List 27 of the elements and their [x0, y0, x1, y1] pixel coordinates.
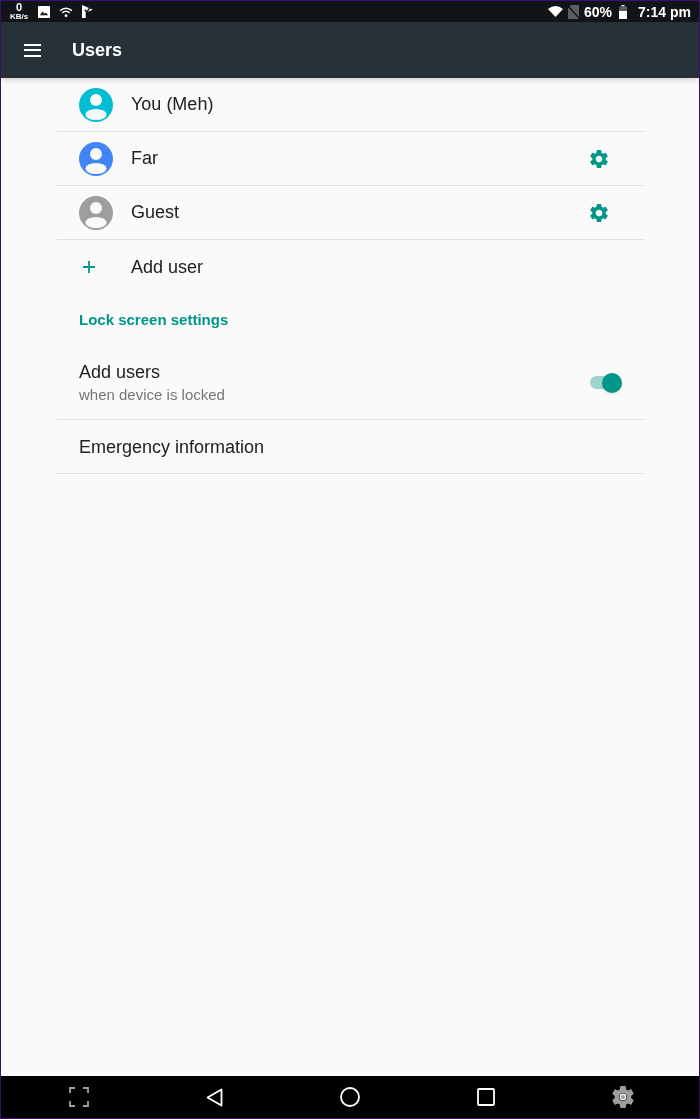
- add-user-button[interactable]: Add user: [83, 253, 204, 281]
- network-speed-value: 0: [15, 2, 23, 13]
- user-name[interactable]: Guest: [131, 199, 180, 226]
- user-name[interactable]: Far: [131, 145, 158, 172]
- recents-icon[interactable]: [477, 1088, 495, 1106]
- setting-summary: when device is locked: [79, 384, 225, 405]
- setting-title[interactable]: Emergency information: [79, 434, 265, 459]
- section-heading: Lock screen settings: [79, 309, 229, 330]
- fullscreen-icon[interactable]: [69, 1087, 89, 1107]
- toolbar-title: Users: [72, 38, 123, 62]
- plus-icon: [83, 261, 95, 273]
- battery-percent: 60%: [584, 4, 613, 19]
- user-name[interactable]: You (Meh): [131, 91, 214, 118]
- back-icon[interactable]: [206, 1087, 223, 1107]
- clock-time: 7:14 pm: [638, 4, 691, 19]
- toggle-switch[interactable]: [588, 372, 622, 393]
- wifi-icon: [59, 6, 73, 17]
- no-sim-icon: [568, 4, 580, 19]
- wifi-signal-icon: [548, 6, 564, 17]
- image-icon: [38, 5, 50, 18]
- menu-icon[interactable]: [24, 43, 41, 57]
- settings-icon[interactable]: [612, 1086, 634, 1108]
- flag-check-icon: [82, 5, 93, 18]
- setting-title: Add users: [79, 360, 162, 384]
- home-icon[interactable]: [340, 1087, 360, 1107]
- battery-icon: [619, 4, 628, 19]
- network-speed-unit: KB/s: [9, 13, 29, 21]
